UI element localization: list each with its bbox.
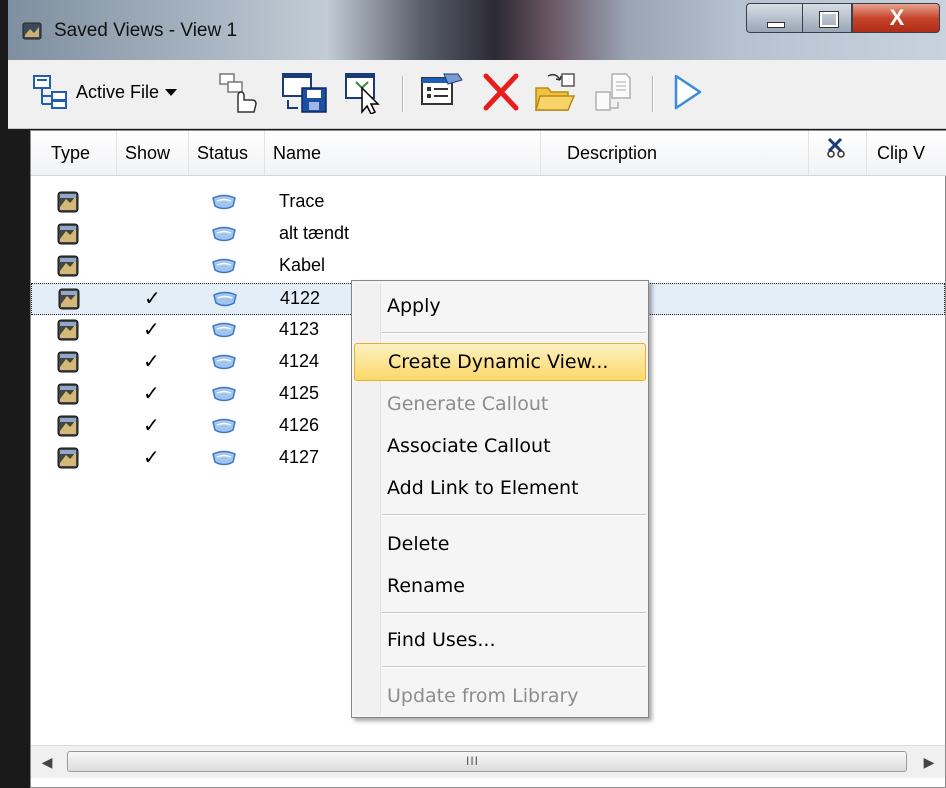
- menu-item-generate-callout: Generate Callout: [387, 393, 549, 415]
- show-checkmark[interactable]: ✓: [143, 349, 160, 374]
- maximize-icon: [819, 11, 839, 28]
- column-header-clip-volume-icon[interactable]: [809, 131, 867, 175]
- view-status-icon: [212, 258, 236, 274]
- column-header-show[interactable]: Show: [117, 131, 189, 175]
- saved-view-type-icon: [57, 383, 79, 405]
- file-tree-icon: [33, 75, 67, 109]
- maximize-button[interactable]: [802, 3, 852, 33]
- view-name: Kabel: [279, 255, 326, 275]
- show-checkmark[interactable]: ✓: [144, 286, 161, 311]
- show-checkmark[interactable]: ✓: [143, 413, 160, 438]
- menu-separator: [382, 666, 646, 668]
- view-name: Trace: [279, 191, 325, 211]
- column-header-row: Type Show Status Name Description Clip V: [31, 131, 946, 176]
- menu-separator: [382, 332, 646, 334]
- view-name: 4123: [279, 319, 320, 339]
- view-status-icon: [213, 291, 237, 307]
- toolbar: Active File: [8, 60, 946, 129]
- view-status-icon: [212, 194, 236, 210]
- toolbar-separator: [652, 76, 654, 112]
- save-view-icon[interactable]: [280, 70, 330, 114]
- saved-view-type-icon: [58, 288, 80, 310]
- menu-separator: [382, 612, 646, 614]
- menu-item-apply[interactable]: Apply: [354, 287, 646, 325]
- view-name: 4125: [279, 383, 320, 403]
- menu-item-associate-callout[interactable]: Associate Callout: [354, 427, 646, 465]
- minimize-icon: [767, 22, 785, 28]
- close-icon: X: [889, 5, 905, 30]
- menu-item-add-link-to-element[interactable]: Add Link to Element: [354, 469, 646, 507]
- saved-view-type-icon: [57, 447, 79, 469]
- saved-view-type-icon: [57, 255, 79, 277]
- scrollbar-thumb[interactable]: III: [67, 751, 907, 772]
- scroll-right-icon[interactable]: ▶: [917, 750, 941, 774]
- column-header-clip-volume[interactable]: Clip V: [867, 131, 945, 175]
- view-name: 4122: [280, 288, 321, 308]
- view-status-icon: [212, 418, 236, 434]
- saved-view-type-icon: [57, 319, 79, 341]
- import-folder-icon[interactable]: [534, 70, 580, 114]
- show-checkmark[interactable]: ✓: [143, 445, 160, 470]
- saved-views-window: Saved Views - View 1 X Active File Type …: [8, 0, 946, 788]
- play-arrow-icon[interactable]: [668, 70, 708, 114]
- delete-icon[interactable]: [478, 70, 522, 114]
- context-menu: Apply Create Dynamic View... Generate Ca…: [351, 280, 649, 718]
- chevron-down-icon: [165, 88, 178, 96]
- close-button[interactable]: X: [852, 3, 940, 33]
- properties-icon[interactable]: [418, 70, 464, 114]
- view-status-icon: [212, 386, 236, 402]
- scrollbar-grip: III: [466, 754, 480, 768]
- export-document-icon[interactable]: [592, 70, 636, 114]
- column-header-type[interactable]: Type: [31, 131, 117, 175]
- menu-item-find-uses[interactable]: Find Uses...: [354, 621, 646, 659]
- menu-item-update-from-library: Update from Library: [387, 685, 579, 707]
- view-status-icon: [212, 450, 236, 466]
- column-header-description[interactable]: Description: [541, 131, 809, 175]
- select-view-icon[interactable]: [342, 70, 386, 114]
- active-file-label: Active File: [76, 81, 160, 102]
- view-status-icon: [212, 354, 236, 370]
- menu-item-create-dynamic-view[interactable]: Create Dynamic View...: [354, 343, 646, 381]
- saved-view-type-icon: [57, 351, 79, 373]
- active-file-dropdown[interactable]: Active File: [32, 70, 178, 114]
- show-checkmark[interactable]: ✓: [143, 381, 160, 406]
- view-status-icon: [212, 322, 236, 338]
- view-name: 4124: [279, 351, 320, 371]
- scroll-left-icon[interactable]: ◀: [35, 750, 59, 774]
- table-row[interactable]: Kabel: [31, 251, 945, 283]
- table-row[interactable]: Trace: [31, 187, 945, 219]
- saved-view-type-icon: [57, 191, 79, 213]
- window-title: Saved Views - View 1: [54, 20, 238, 41]
- view-name: alt tændt: [279, 223, 350, 243]
- menu-separator: [382, 514, 646, 516]
- view-name: 4126: [279, 415, 320, 435]
- menu-item-rename[interactable]: Rename: [354, 567, 646, 605]
- saved-view-app-icon: [22, 22, 42, 40]
- title-bar[interactable]: Saved Views - View 1 X: [8, 0, 946, 60]
- horizontal-scrollbar[interactable]: ◀ III ▶: [31, 745, 945, 778]
- show-checkmark[interactable]: ✓: [143, 317, 160, 342]
- column-header-status[interactable]: Status: [189, 131, 265, 175]
- hand-pointer-views-icon[interactable]: [216, 70, 260, 114]
- column-header-name[interactable]: Name: [265, 131, 541, 175]
- saved-view-type-icon: [57, 223, 79, 245]
- minimize-button[interactable]: [746, 3, 802, 33]
- view-status-icon: [212, 226, 236, 242]
- toolbar-separator: [402, 76, 404, 112]
- table-row[interactable]: alt tændt: [31, 219, 945, 251]
- saved-view-type-icon: [57, 415, 79, 437]
- view-name: 4127: [279, 447, 320, 467]
- menu-item-delete[interactable]: Delete: [354, 525, 646, 563]
- clip-volume-icon: [827, 137, 845, 158]
